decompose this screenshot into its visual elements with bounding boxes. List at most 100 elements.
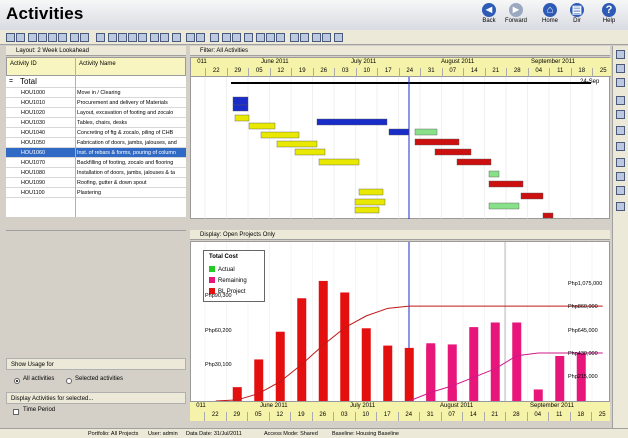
activity-row[interactable]: HOU1070 Backfilling of footing, zocalo an… <box>6 158 186 168</box>
activity-bar[interactable] <box>488 202 520 210</box>
toolbar-tool-icon[interactable] <box>322 33 331 42</box>
side-tool-icon[interactable] <box>616 96 625 105</box>
group-row-total[interactable]: = Total <box>6 76 186 88</box>
toolbar-tool-icon[interactable] <box>70 33 79 42</box>
timescale-day: 28 <box>506 68 528 77</box>
toolbar-tool-icon[interactable] <box>172 33 181 42</box>
side-tool-icon[interactable] <box>616 50 625 59</box>
page-title: Activities <box>6 4 84 23</box>
toolbar-tool-icon[interactable] <box>222 33 231 42</box>
toolbar-tool-icon[interactable] <box>28 33 37 42</box>
toolbar-tool-icon[interactable] <box>48 33 57 42</box>
side-tool-icon[interactable] <box>616 78 625 87</box>
activity-row[interactable]: HOU1050 Fabrication of doors, jambs, jalo… <box>6 138 186 148</box>
toolbar-tool-icon[interactable] <box>290 33 299 42</box>
activity-bar[interactable] <box>260 131 300 139</box>
column-activity-name[interactable]: Activity Name <box>79 61 116 67</box>
timescale-month: July 2011 <box>351 59 377 65</box>
activity-row[interactable]: HOU1030 Tables, chairs, desks <box>6 118 186 128</box>
activity-row[interactable]: HOU1090 Roofing, gutter & down spout <box>6 178 186 188</box>
toolbar-tool-icon[interactable] <box>232 33 241 42</box>
activity-bar[interactable] <box>488 180 524 188</box>
side-tool-icon[interactable] <box>616 126 625 135</box>
nav-help-button[interactable]: ? Help <box>594 3 624 29</box>
column-activity-id[interactable]: Activity ID <box>10 61 37 67</box>
timescale-day: 12 <box>268 412 291 421</box>
toolbar-tool-icon[interactable] <box>196 33 205 42</box>
toolbar-tool-icon[interactable] <box>276 33 285 42</box>
time-period-checkbox[interactable] <box>13 409 19 415</box>
activity-name: Layout, excavation of footing and zocalo <box>77 110 174 116</box>
activity-row[interactable]: HOU1010 Procurement and delivery of Mater… <box>6 98 186 108</box>
toolbar-tool-icon[interactable] <box>266 33 275 42</box>
nav-dir-button[interactable]: ▤ Dir <box>562 3 592 29</box>
toolbar-tool-icon[interactable] <box>138 33 147 42</box>
timescale-day: 17 <box>377 68 399 77</box>
activity-bar[interactable] <box>294 148 326 156</box>
toolbar-tool-icon[interactable] <box>6 33 15 42</box>
toolbar-tool-icon[interactable] <box>334 33 343 42</box>
side-tool-icon[interactable] <box>616 172 625 181</box>
gantt-chart[interactable]: 011 June 2011 July 2011 August 2011 Septembe… <box>190 57 611 219</box>
toolbar-tool-icon[interactable] <box>210 33 219 42</box>
toolbar-tool-icon[interactable] <box>16 33 25 42</box>
toolbar-tool-icon[interactable] <box>118 33 127 42</box>
usage-bar <box>383 345 393 401</box>
radio-selected-activities[interactable] <box>66 378 72 384</box>
toolbar-tool-icon[interactable] <box>38 33 47 42</box>
layout-panel-header[interactable]: Layout: 2 Week Lookahead <box>6 46 186 56</box>
activity-bar[interactable] <box>248 122 276 130</box>
activity-bar[interactable] <box>434 148 472 156</box>
activity-bar[interactable] <box>232 96 249 106</box>
right-axis-tick: Php645,000 <box>568 327 598 334</box>
forward-arrow-icon: ► <box>509 3 523 17</box>
toolbar-tool-icon[interactable] <box>300 33 309 42</box>
activity-bar[interactable] <box>316 118 388 126</box>
activity-bar[interactable] <box>232 104 249 112</box>
activity-row[interactable]: HOU1000 Move in / Clearing <box>6 88 186 98</box>
nav-back-button[interactable]: ◄ Back <box>474 3 504 29</box>
side-tool-icon[interactable] <box>616 64 625 73</box>
nav-home-button[interactable]: ⌂ Home <box>535 3 565 29</box>
toolbar-tool-icon[interactable] <box>160 33 169 42</box>
timescale-day: 14 <box>462 412 484 421</box>
side-tool-icon[interactable] <box>616 186 625 195</box>
activity-bar[interactable] <box>354 206 380 214</box>
radio-all-activities[interactable] <box>14 378 20 384</box>
toolbar-tool-icon[interactable] <box>108 33 117 42</box>
activity-row[interactable]: HOU1080 Installation of doors, jambs, jal… <box>6 168 186 178</box>
side-tool-icon[interactable] <box>616 158 625 167</box>
toolbar-tool-icon[interactable] <box>58 33 67 42</box>
activity-bar[interactable] <box>456 158 492 166</box>
nav-forward-button[interactable]: ► Forward <box>501 3 531 29</box>
activity-bar[interactable] <box>358 188 384 196</box>
toolbar-tool-icon[interactable] <box>150 33 159 42</box>
activity-bar[interactable] <box>414 138 460 146</box>
toolbar-tool-icon[interactable] <box>80 33 89 42</box>
activity-bar[interactable] <box>318 158 360 166</box>
side-tool-icon[interactable] <box>616 142 625 151</box>
toolbar-tool-icon[interactable] <box>186 33 195 42</box>
activity-bar[interactable] <box>354 198 386 206</box>
toolbar-tool-icon[interactable] <box>256 33 265 42</box>
column-divider[interactable] <box>75 57 76 217</box>
toolbar-tool-icon[interactable] <box>244 33 253 42</box>
activity-bar[interactable] <box>276 140 318 148</box>
activity-row[interactable]: HOU1040 Concreting of ftg & zocalo, pilin… <box>6 128 186 138</box>
activity-bar[interactable] <box>520 192 544 200</box>
side-tool-icon[interactable] <box>616 202 625 211</box>
activity-row[interactable]: HOU1100 Plastering <box>6 188 186 198</box>
side-tool-icon[interactable] <box>616 110 625 119</box>
activity-row[interactable]: HOU1020 Layout, excavation of footing and… <box>6 108 186 118</box>
toolbar-tool-icon[interactable] <box>96 33 105 42</box>
toolbar-tool-icon[interactable] <box>128 33 137 42</box>
toolbar-tool-icon[interactable] <box>312 33 321 42</box>
activity-bar[interactable] <box>488 170 500 178</box>
expander-icon[interactable]: = <box>9 76 13 87</box>
activity-row[interactable]: HOU1060 Inst. of rebars & forms, pouring … <box>6 148 186 158</box>
activity-bar[interactable] <box>234 114 250 122</box>
activity-bar[interactable] <box>388 128 410 136</box>
activity-id: HOU1090 <box>21 180 45 186</box>
activity-bar[interactable] <box>414 128 438 136</box>
activity-bar[interactable] <box>542 212 554 219</box>
